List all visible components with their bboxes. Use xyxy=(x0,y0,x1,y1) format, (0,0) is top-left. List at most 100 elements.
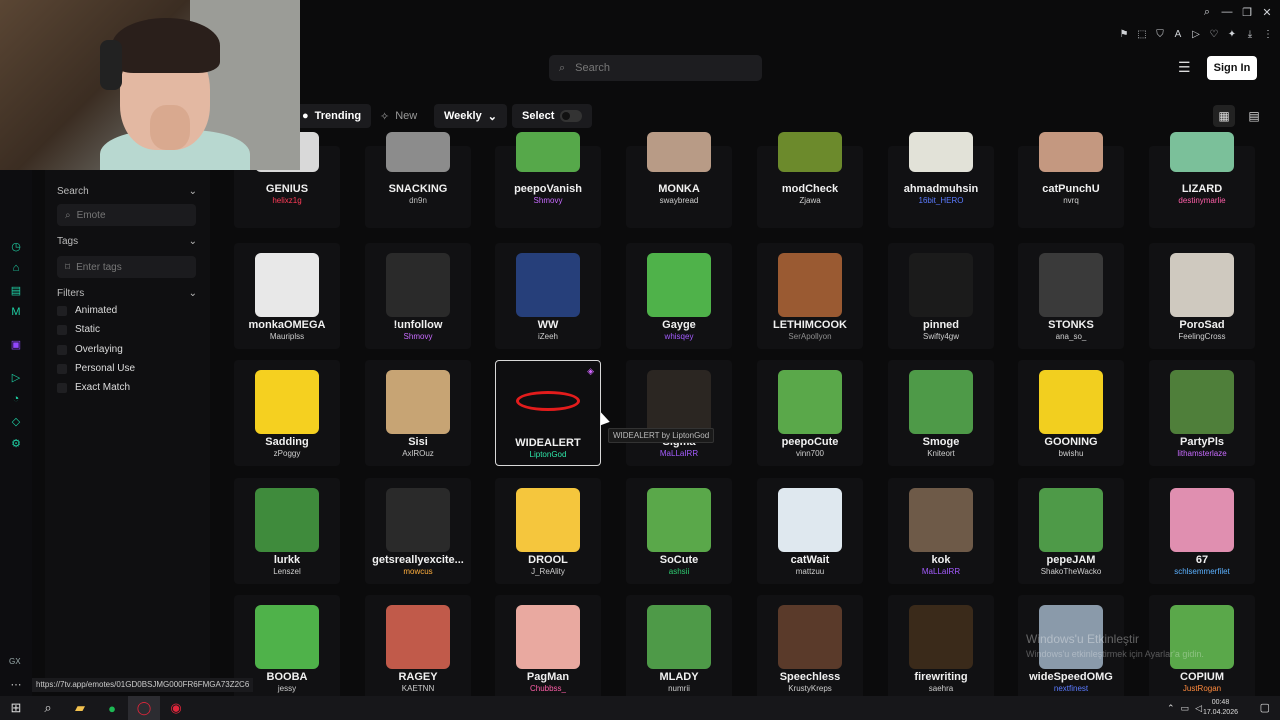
filter-personal-use[interactable]: Personal Use xyxy=(57,363,135,374)
checkbox[interactable] xyxy=(57,344,67,355)
emote-card[interactable]: modCheck Zjawa xyxy=(757,132,863,228)
filter-overlaying[interactable]: Overlaying xyxy=(57,344,123,355)
hamburger-menu-icon[interactable]: ☰ xyxy=(1178,60,1192,74)
shield-icon[interactable]: ⛉ xyxy=(1154,29,1166,40)
close-icon[interactable]: ✕ xyxy=(1260,6,1274,19)
emote-card[interactable]: peepoVanish Shmovy xyxy=(495,132,601,228)
emote-card[interactable]: PagMan Chubbss_ xyxy=(495,595,601,701)
select-toggle[interactable]: Select xyxy=(512,104,593,128)
filters-section-header[interactable]: Filters ⌄ xyxy=(57,288,197,299)
emote-card[interactable]: wideSpeedOMG nextfinest xyxy=(1018,595,1124,701)
emote-card[interactable]: Speechless KrustyKreps xyxy=(757,595,863,701)
emote-card[interactable]: ahmadmuhsin 16bit_HERO xyxy=(888,132,994,228)
player-icon[interactable]: ▷ xyxy=(9,370,23,384)
emote-name: PoroSad xyxy=(1179,319,1225,331)
grid-view-icon[interactable]: ▦ xyxy=(1213,105,1235,127)
emote-card[interactable]: SigmaMaLLaIRR xyxy=(626,360,732,466)
checkbox[interactable] xyxy=(57,324,67,335)
screenshot-icon[interactable]: ⬚ xyxy=(1136,29,1148,40)
twitch-icon[interactable]: ▣ xyxy=(9,337,23,351)
emote-card[interactable]: monkaOMEGA Mauriplss xyxy=(234,243,340,349)
minimize-icon[interactable]: — xyxy=(1220,6,1234,19)
emote-card[interactable]: pinned Swifty4gw xyxy=(888,243,994,349)
emote-card[interactable]: lurkk Lenszel xyxy=(234,478,340,584)
tab-new[interactable]: ✧ New xyxy=(370,104,427,128)
windows-start-icon[interactable]: ⊞ xyxy=(0,696,32,720)
bookmark-icon[interactable]: ⚑ xyxy=(1118,29,1130,40)
clock-icon[interactable]: ◔ xyxy=(9,392,23,406)
search-section-header[interactable]: Search ⌄ xyxy=(57,186,197,197)
search-icon[interactable]: ⌕ xyxy=(32,696,64,720)
tray-chevron-icon[interactable]: ⌃ xyxy=(1167,703,1175,714)
history-icon[interactable]: ◷ xyxy=(9,239,23,253)
checkbox[interactable] xyxy=(57,382,67,393)
file-explorer-icon[interactable]: ▰ xyxy=(64,696,96,720)
emote-card[interactable]: getsreallyexcite... mowcus xyxy=(365,478,471,584)
bag-icon[interactable]: ⌂ xyxy=(9,261,23,275)
extensions-icon[interactable]: ✦ xyxy=(1226,29,1238,40)
checkbox[interactable] xyxy=(57,363,67,374)
emote-card[interactable]: catPunchU nvrq xyxy=(1018,132,1124,228)
emote-card[interactable]: SoCute ashsii xyxy=(626,478,732,584)
network-icon[interactable]: ▭ xyxy=(1181,703,1190,714)
tags-section-header[interactable]: Tags ⌄ xyxy=(57,236,197,247)
clock[interactable]: 00:48 17.04.2026 xyxy=(1203,698,1238,718)
menu-dots-icon[interactable]: ⋮ xyxy=(1262,29,1274,40)
emote-search-input[interactable]: ⌕ Emote xyxy=(57,204,196,226)
emote-card[interactable]: STONKS ana_so_ xyxy=(1018,243,1124,349)
spotify-icon[interactable]: ● xyxy=(96,696,128,720)
emote-card[interactable]: firewriting saehra xyxy=(888,595,994,701)
emote-card[interactable]: pepeJAM ShakoTheWacko xyxy=(1018,478,1124,584)
checkbox[interactable] xyxy=(57,305,67,316)
toggle-switch[interactable] xyxy=(560,110,583,122)
emote-card[interactable]: 67 schlsemmerfilet xyxy=(1149,478,1255,584)
emote-card[interactable]: WW iZeeh xyxy=(495,243,601,349)
filter-animated[interactable]: Animated xyxy=(57,305,117,316)
sign-in-button[interactable]: Sign In xyxy=(1207,56,1257,80)
emote-card[interactable]: kok MaLLaIRR xyxy=(888,478,994,584)
emote-card[interactable]: Sadding zPoggy xyxy=(234,360,340,466)
settings-icon[interactable]: ⚙ xyxy=(9,436,23,450)
search-tabs-icon[interactable]: ⌕ xyxy=(1200,6,1214,19)
site-search[interactable]: ⌕ Search xyxy=(549,55,762,81)
compact-view-icon[interactable]: ▤ xyxy=(1243,105,1265,127)
download-icon[interactable]: ⤓ xyxy=(1244,29,1256,40)
obs-icon[interactable]: ◉ xyxy=(160,696,192,720)
play-icon[interactable]: ▷ xyxy=(1190,29,1202,40)
translate-icon[interactable]: A xyxy=(1172,29,1184,40)
site-search-placeholder: Search xyxy=(575,62,611,74)
filter-static[interactable]: Static xyxy=(57,324,100,335)
emote-card[interactable]: WIDEALERT LiptonGod ◈ xyxy=(495,360,601,466)
emote-card[interactable]: PoroSad FeelingCross xyxy=(1149,243,1255,349)
emote-card[interactable]: COPIUM JustRogan xyxy=(1149,595,1255,701)
volume-icon[interactable]: ◁ xyxy=(1195,703,1202,714)
emote-card[interactable]: catWait mattzuu xyxy=(757,478,863,584)
period-dropdown[interactable]: Weekly ⌄ xyxy=(434,104,507,128)
tags-input[interactable]: ⌑ Enter tags xyxy=(57,256,196,278)
heart-icon[interactable]: ♡ xyxy=(1208,29,1220,40)
emote-card[interactable]: RAGEY KAETNN xyxy=(365,595,471,701)
emote-card[interactable]: SNACKING dn9n xyxy=(365,132,471,228)
emote-card[interactable]: Gayge whisqey xyxy=(626,243,732,349)
emote-card[interactable]: Smoge Kniteort xyxy=(888,360,994,466)
more-icon[interactable]: ⋯ xyxy=(9,677,23,691)
emote-card[interactable]: !unfollow Shmovy xyxy=(365,243,471,349)
emote-card[interactable]: PartyPls lithamsterlaze xyxy=(1149,360,1255,466)
emote-card[interactable]: peepoCute vinn700 xyxy=(757,360,863,466)
maximize-icon[interactable]: ❐ xyxy=(1240,6,1254,19)
filter-exact-match[interactable]: Exact Match xyxy=(57,382,130,393)
tab-trending[interactable]: ● Trending xyxy=(292,104,372,128)
emote-card[interactable]: Sisi AxlROuz xyxy=(365,360,471,466)
cube-icon[interactable]: ◇ xyxy=(9,414,23,428)
emote-card[interactable]: LIZARD destinymarlie xyxy=(1149,132,1255,228)
emote-card[interactable]: MLADY numrii xyxy=(626,595,732,701)
notification-icon[interactable]: ▢ xyxy=(1260,701,1270,714)
emote-card[interactable]: DROOL J_ReAlity xyxy=(495,478,601,584)
messenger-icon[interactable]: M xyxy=(9,305,23,319)
emote-name: GOONING xyxy=(1044,436,1098,448)
emote-card[interactable]: LETHIMCOOK SerApollyon xyxy=(757,243,863,349)
emote-card[interactable]: MONKA swaybread xyxy=(626,132,732,228)
emote-card[interactable]: GOONING bwishu xyxy=(1018,360,1124,466)
wallet-icon[interactable]: ▤ xyxy=(9,283,23,297)
opera-gx-icon[interactable]: ◯ xyxy=(128,696,160,720)
